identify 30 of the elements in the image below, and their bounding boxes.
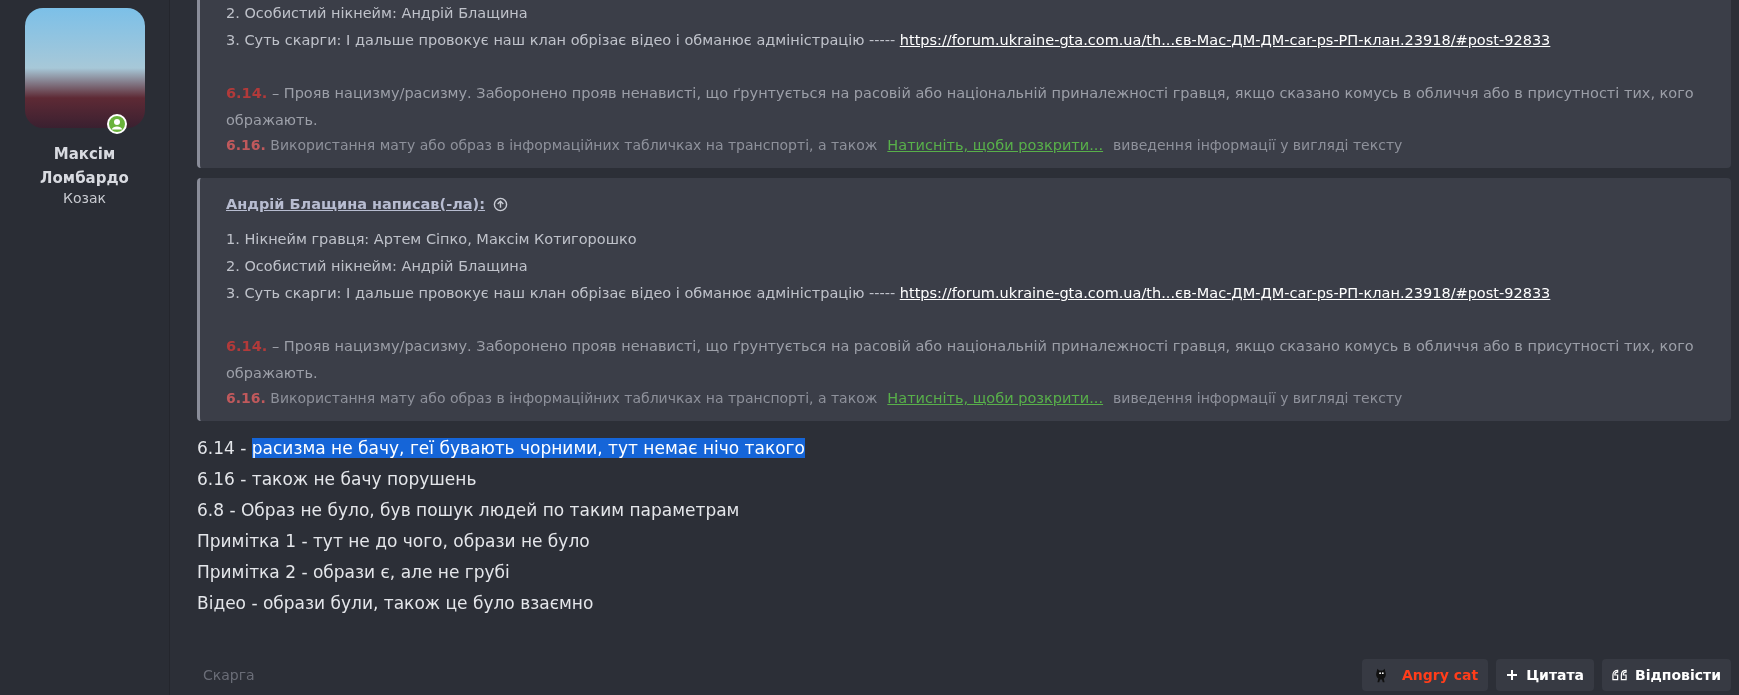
quote-line: 3. Суть скарги: І дальше провокує наш клан обрізає відео і обманює адміністрацію ----- https://forum.ukraine-gta.com.ua/th...єв-Мас-ДМ-ДМ-car-ps-РП-клан.23918/#post-92833 [226, 31, 1552, 50]
author-name[interactable]: Максім Ломбардо [29, 142, 140, 190]
faded-text: 6.16. Використання мату або образ в інформаційних табличках на транспорті, а також [226, 389, 878, 408]
quote-author-link[interactable]: Андрій Блащина написав(-ла): [226, 196, 486, 212]
quote-button[interactable]: Цитата [1496, 659, 1595, 691]
expand-link[interactable]: Натисніть, щоби розкрити... [887, 387, 1104, 409]
quote-line: 2. Особистий нікнейм: Андрій Блащина [226, 257, 529, 276]
expand-link[interactable]: Натисніть, щоби розкрити... [887, 134, 1104, 156]
faded-text: виведення інформації у вигляді тексту [1113, 389, 1403, 408]
message-line: 6.8 - Образ не було, був пошук людей по таким параметрам [197, 499, 741, 522]
faded-text: виведення інформації у вигляді тексту [1113, 136, 1403, 155]
forum-link[interactable]: https://forum.ukraine-gta.com.ua/th...єв-Мас-ДМ-ДМ-car-ps-РП-клан.23918/#post-92833 [899, 285, 1551, 301]
forum-link[interactable]: https://forum.ukraine-gta.com.ua/th...єв-Мас-ДМ-ДМ-car-ps-РП-клан.23918/#post-92833 [899, 32, 1551, 48]
arrow-up-icon[interactable] [493, 196, 509, 212]
reply-button[interactable]: Відповісти [1602, 659, 1731, 691]
message-line: Примітка 2 - образи є, але не грубі [197, 561, 511, 584]
message-line: 6.14 - расизма не бачу, геї бувають чорними, тут немає нічо такого [197, 437, 806, 460]
message-line: Примітка 1 - тут не до чого, образи не було [197, 530, 591, 553]
message-line: Відео - образи були, також це було взаємно [197, 592, 595, 615]
quote-line: 1. Нікнейм гравця: Артем Сіпко, Максім Котигорошко [226, 230, 638, 249]
rule-text: 6.14. – Прояв нацизму/расизму. Заборонено прояв ненависті, що ґрунтується на расовій або національній приналежності гравця, якщо сказано комусь в обличчя або в присутності тих, кого ображають. [226, 84, 1695, 130]
faded-text: 6.16. Використання мату або образ в інформаційних табличках на транспорті, а також [226, 136, 878, 155]
message-line: 6.16 - також не бачу порушень [197, 468, 478, 491]
plus-icon [1506, 669, 1519, 681]
rule-text: 6.14. – Прояв нацизму/расизму. Заборонено прояв ненависті, що ґрунтується на расовій або національній приналежності гравця, якщо сказано комусь в обличчя або в присутності тих, кого ображають. [226, 337, 1695, 383]
author-title: Козак [63, 190, 106, 206]
avatar-photo-placeholder[interactable] [24, 8, 145, 128]
quote-marks-icon [1612, 669, 1628, 681]
quote-line: 2. Особистий нікнейм: Андрій Блащина [226, 4, 529, 23]
quote-line: 3. Суть скарги: І дальше провокує наш клан обрізає відео і обманює адміністрацію ----- https://forum.ukraine-gta.com.ua/th...єв-Мас-ДМ-ДМ-car-ps-РП-клан.23918/#post-92833 [226, 284, 1552, 303]
